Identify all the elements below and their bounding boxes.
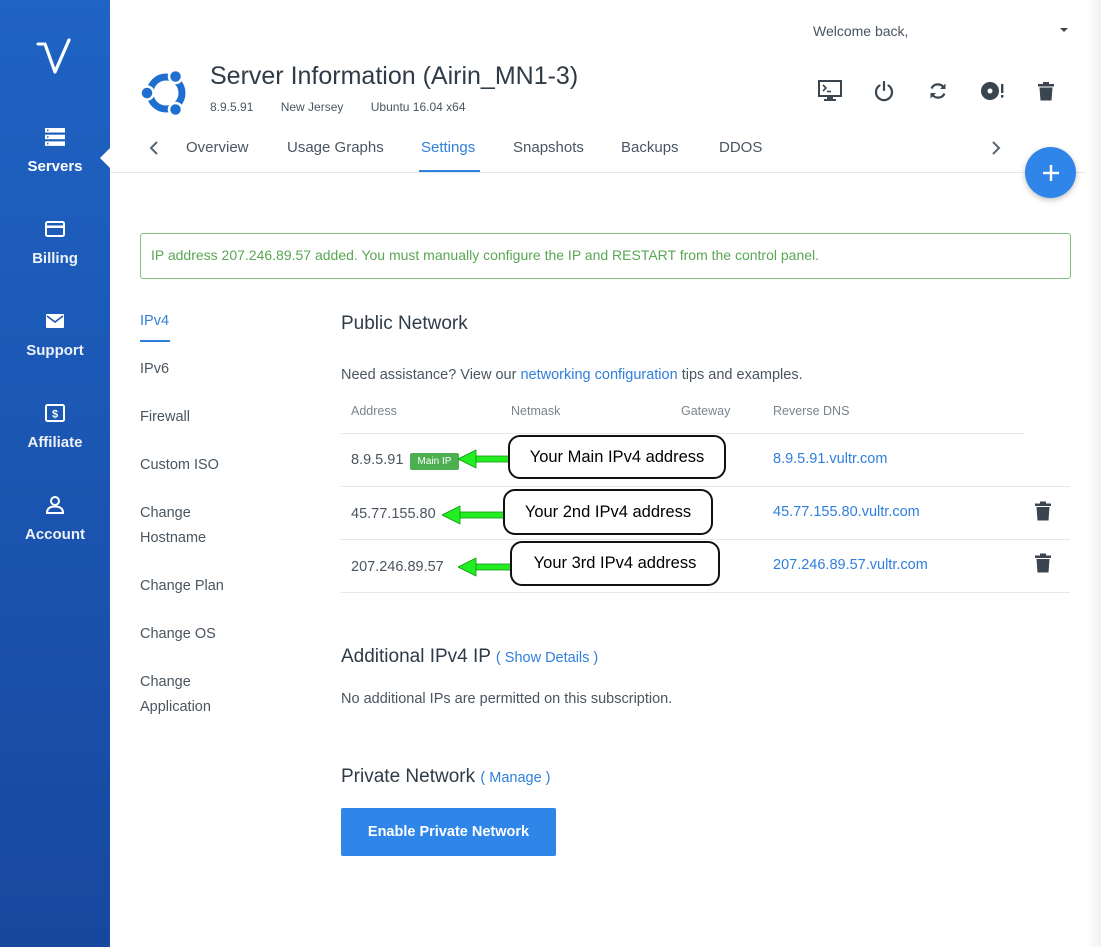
restart-button[interactable] <box>925 78 951 104</box>
sidebar-item-billing[interactable]: Billing <box>0 220 110 267</box>
sidebar-item-affiliate[interactable]: $ Affiliate <box>0 404 110 451</box>
column-header-reverse-dns: Reverse DNS <box>773 404 850 418</box>
annotation-arrow <box>458 449 510 469</box>
welcome-menu[interactable]: Welcome back, <box>813 23 908 39</box>
subnav-change-os[interactable]: Change OS <box>140 622 216 647</box>
sidebar-item-servers[interactable]: Servers <box>0 128 110 175</box>
server-meta: 8.9.5.91 New Jersey Ubuntu 16.04 x64 <box>210 100 490 114</box>
restart-icon <box>930 83 946 99</box>
server-ip: 8.9.5.91 <box>210 100 254 114</box>
subnav-change-application[interactable]: Change Application <box>140 670 230 720</box>
reinstall-button[interactable] <box>979 78 1005 104</box>
table-divider <box>341 539 1070 540</box>
private-network-title: Private Network <box>341 766 476 787</box>
reverse-dns-link[interactable]: 45.77.155.80.vultr.com <box>773 504 920 520</box>
subnav-custom-iso[interactable]: Custom ISO <box>140 453 219 478</box>
dollar-icon: $ <box>45 404 65 422</box>
private-network-heading: Private Network ( Manage ) <box>341 766 551 788</box>
success-alert: IP address 207.246.89.57 added. You must… <box>140 233 1071 279</box>
sidebar-item-label: Servers <box>27 158 83 175</box>
sidebar: Servers Billing Support $ Affiliate Acco… <box>0 0 110 947</box>
svg-text:$: $ <box>52 409 58 421</box>
card-icon <box>45 221 65 237</box>
public-network-heading: Public Network <box>341 313 468 334</box>
annotation-callout: Your 3rd IPv4 address <box>510 541 720 586</box>
sidebar-item-label: Support <box>26 342 84 359</box>
help-text: Need assistance? View our networking con… <box>341 367 803 383</box>
tab-usage-graphs[interactable]: Usage Graphs <box>287 139 384 156</box>
networking-configuration-link[interactable]: networking configuration <box>520 367 677 383</box>
subnav-ipv6[interactable]: IPv6 <box>140 357 169 382</box>
vultr-logo[interactable] <box>0 38 110 81</box>
page-edge-shadow <box>1085 0 1101 947</box>
chevron-down-icon[interactable] <box>1060 28 1068 32</box>
sidebar-item-label: Affiliate <box>27 434 83 451</box>
show-details-link[interactable]: ( Show Details ) <box>496 650 598 666</box>
active-indicator <box>100 148 110 168</box>
server-location: New Jersey <box>280 100 344 114</box>
table-divider <box>341 433 1025 434</box>
column-header-netmask: Netmask <box>511 404 561 418</box>
main-ip-badge: Main IP <box>410 453 459 470</box>
console-icon <box>818 80 842 101</box>
subnav-change-hostname[interactable]: Change Hostname <box>140 501 220 551</box>
column-header-gateway: Gateway <box>681 404 731 418</box>
reverse-dns-link[interactable]: 207.246.89.57.vultr.com <box>773 557 928 573</box>
console-button[interactable] <box>817 78 843 104</box>
manage-link[interactable]: ( Manage ) <box>480 770 550 786</box>
trash-icon <box>1038 82 1054 101</box>
ip-address-cell: 45.77.155.80 <box>351 506 436 522</box>
servers-icon <box>45 128 65 146</box>
enable-private-network-button[interactable]: Enable Private Network <box>341 808 556 856</box>
chevron-right-icon[interactable] <box>990 140 1002 156</box>
subnav-firewall[interactable]: Firewall <box>140 405 190 430</box>
annotation-arrow <box>442 505 506 525</box>
ubuntu-logo-icon <box>139 66 193 125</box>
help-prefix: Need assistance? View our <box>341 367 517 383</box>
user-icon <box>45 496 65 514</box>
tab-snapshots[interactable]: Snapshots <box>513 139 584 156</box>
tab-settings[interactable]: Settings <box>421 139 475 156</box>
column-header-address: Address <box>351 404 397 418</box>
subnav-change-plan[interactable]: Change Plan <box>140 574 224 599</box>
additional-ipv4-heading: Additional IPv4 IP ( Show Details ) <box>341 646 598 668</box>
sidebar-item-account[interactable]: Account <box>0 496 110 543</box>
reinstall-icon <box>981 82 1004 100</box>
trash-icon[interactable] <box>1034 553 1052 573</box>
trash-icon[interactable] <box>1034 501 1052 521</box>
destroy-button[interactable] <box>1033 78 1059 104</box>
subnav-active-underline <box>140 340 170 342</box>
tab-backups[interactable]: Backups <box>621 139 679 156</box>
annotation-callout: Your Main IPv4 address <box>508 435 726 479</box>
mail-icon <box>46 314 64 328</box>
subnav-ipv4[interactable]: IPv4 <box>140 309 169 334</box>
plus-icon <box>1042 164 1059 181</box>
table-divider <box>341 592 1070 593</box>
ip-address-cell: 8.9.5.91 <box>351 452 404 468</box>
power-icon <box>874 80 894 102</box>
sidebar-item-support[interactable]: Support <box>0 312 110 359</box>
reverse-dns-link[interactable]: 8.9.5.91.vultr.com <box>773 451 887 467</box>
tab-ddos[interactable]: DDOS <box>719 139 762 156</box>
tab-bar: Overview Usage Graphs Settings Snapshots… <box>110 130 1085 173</box>
annotation-arrow <box>458 557 512 577</box>
additional-ipv4-text: No additional IPs are permitted on this … <box>341 691 673 707</box>
annotation-callout: Your 2nd IPv4 address <box>503 489 713 535</box>
sidebar-item-label: Billing <box>32 250 78 267</box>
help-suffix: tips and examples. <box>681 367 803 383</box>
power-button[interactable] <box>871 78 897 104</box>
server-os: Ubuntu 16.04 x64 <box>370 100 466 114</box>
active-tab-underline <box>419 170 480 172</box>
additional-ipv4-title: Additional IPv4 IP <box>341 646 491 667</box>
chevron-left-icon[interactable] <box>148 140 160 156</box>
tab-overview[interactable]: Overview <box>186 139 249 156</box>
ip-address-cell: 207.246.89.57 <box>351 559 444 575</box>
add-button[interactable] <box>1025 147 1076 198</box>
sidebar-item-label: Account <box>25 526 85 543</box>
table-divider <box>341 486 1070 487</box>
vultr-logo-icon <box>36 38 71 74</box>
page-title: Server Information (Airin_MN1-3) <box>210 62 579 90</box>
